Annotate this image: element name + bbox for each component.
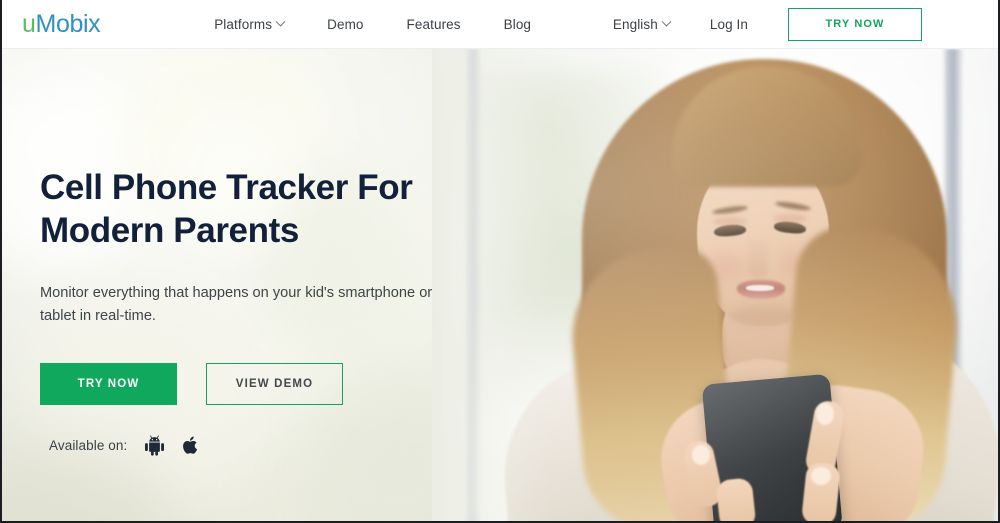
chevron-down-icon [661, 16, 672, 27]
page-title: Cell Phone Tracker For Modern Parents [40, 168, 413, 250]
hero-cta-group: TRY NOW VIEW DEMO [40, 362, 470, 405]
nav-item-blog[interactable]: Blog [504, 17, 531, 32]
main-navigation: Platforms Demo Features Blog [214, 16, 531, 32]
finger [715, 477, 757, 521]
browser-page: uMobix Platforms Demo Features Blog Engl… [0, 0, 1000, 523]
hero-section: Cell Phone Tracker For Modern Parents Mo… [2, 49, 998, 521]
nav-item-features[interactable]: Features [407, 17, 461, 32]
hero-content: Cell Phone Tracker For Modern Parents Mo… [40, 167, 470, 456]
nose [748, 237, 768, 279]
chin-shadow [728, 307, 796, 325]
header-try-now-button[interactable]: TRY NOW [788, 7, 922, 41]
umobix-logo[interactable]: uMobix [22, 9, 101, 38]
site-header: uMobix Platforms Demo Features Blog Engl… [2, 0, 998, 49]
logo-word-mobix: Mobix [35, 9, 101, 38]
nav-label-platforms: Platforms [214, 16, 273, 32]
apple-icon[interactable] [182, 435, 200, 456]
nav-item-demo[interactable]: Demo [327, 17, 363, 32]
fingernail [816, 403, 834, 425]
logo-letter-u: u [22, 9, 36, 38]
hero-view-demo-button[interactable]: VIEW DEMO [206, 362, 343, 405]
android-icon[interactable] [145, 435, 165, 456]
nav-item-platforms[interactable]: Platforms [214, 16, 286, 32]
available-on-label: Available on: [49, 437, 128, 453]
hero-photo-woman-with-phone [494, 49, 998, 521]
available-on-row: Available on: [40, 435, 470, 456]
language-label: English [612, 16, 658, 32]
language-selector[interactable]: English [612, 16, 672, 32]
chevron-down-icon [275, 16, 286, 27]
hero-subtitle: Monitor everything that happens on your … [40, 285, 433, 324]
hero-try-now-button[interactable]: TRY NOW [40, 362, 177, 405]
header-right-actions: English Log In TRY NOW [612, 7, 998, 41]
fingernail [692, 445, 710, 465]
login-link[interactable]: Log In [710, 17, 748, 32]
fingernail [811, 467, 831, 485]
teeth [746, 285, 774, 291]
